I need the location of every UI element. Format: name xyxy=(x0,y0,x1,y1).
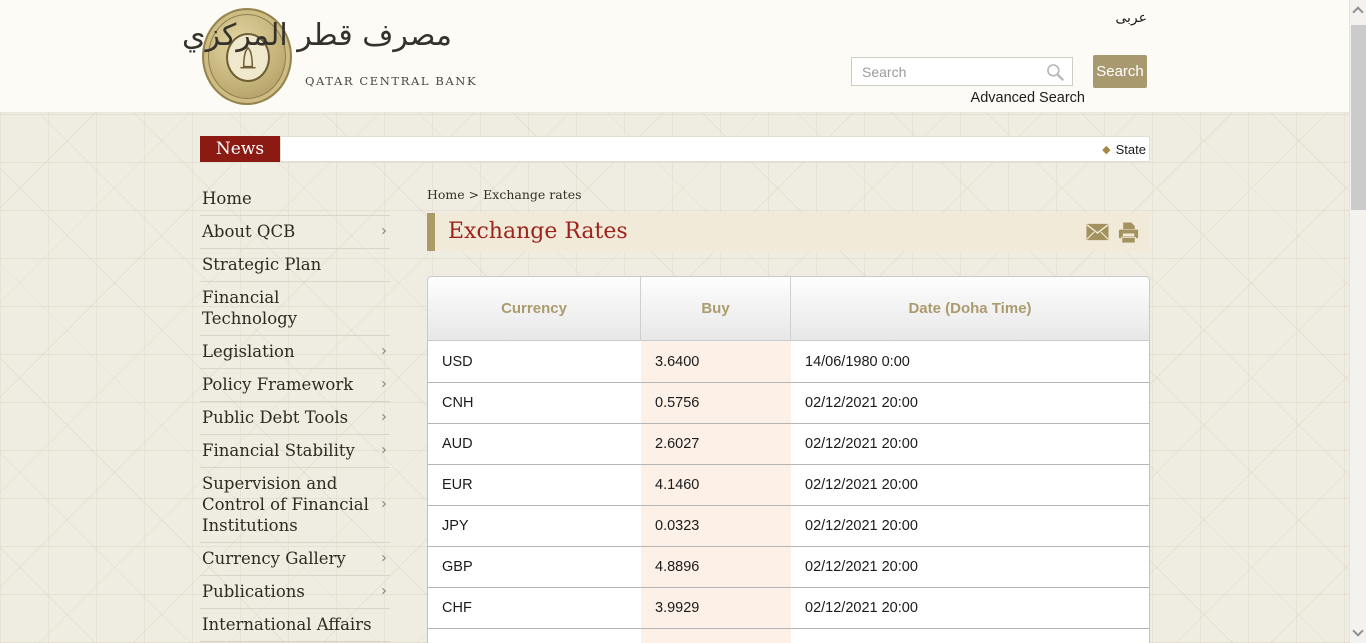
title-accent-bar xyxy=(427,213,435,251)
chevron-right-icon: › xyxy=(381,493,387,514)
sidebar-item-international-affairs[interactable]: International Affairs xyxy=(200,609,390,642)
sidebar-nav: Home About QCB › Strategic Plan Financia… xyxy=(200,183,390,643)
sidebar-item-currency-gallery[interactable]: Currency Gallery › xyxy=(200,543,390,576)
news-ticker-item[interactable]: State xyxy=(1116,142,1146,157)
search-button[interactable]: Search xyxy=(1093,55,1147,88)
chevron-right-icon: › xyxy=(381,406,387,427)
bank-name-english: QATAR CENTRAL BANK xyxy=(305,74,477,88)
print-icon[interactable] xyxy=(1117,221,1140,244)
news-ticker: ◆ State xyxy=(280,136,1150,162)
sidebar-item-label: Legislation xyxy=(202,342,295,361)
sidebar-item-label: Currency Gallery xyxy=(202,549,346,568)
currency-cell: EUR xyxy=(428,465,641,505)
buy-cell xyxy=(641,629,791,643)
date-cell: 02/12/2021 20:00 xyxy=(791,506,1149,546)
sidebar-item-label: Policy Framework xyxy=(202,375,353,394)
buy-cell: 4.1460 xyxy=(641,465,791,505)
currency-cell: JPY xyxy=(428,506,641,546)
date-cell: 02/12/2021 20:00 xyxy=(791,383,1149,423)
search-input[interactable] xyxy=(851,57,1073,86)
sidebar-item-label: Publications xyxy=(202,582,305,601)
breadcrumb-current: Exchange rates xyxy=(483,187,581,202)
column-header-currency: Currency xyxy=(428,277,641,340)
date-cell: 02/12/2021 20:00 xyxy=(791,424,1149,464)
chevron-right-icon: › xyxy=(381,340,387,361)
main-content: Home > Exchange rates Exchange Rates xyxy=(427,183,1150,202)
buy-cell: 0.5756 xyxy=(641,383,791,423)
chevron-right-icon: › xyxy=(381,547,387,568)
sidebar-item-label: Public Debt Tools xyxy=(202,408,348,427)
table-row: CNH 0.5756 02/12/2021 20:00 xyxy=(428,382,1149,423)
page-action-icons xyxy=(1086,213,1140,251)
sidebar-item-label: Financial Stability xyxy=(202,441,355,460)
table-row: USD 3.6400 14/06/1980 0:00 xyxy=(428,341,1149,382)
breadcrumb-home-link[interactable]: Home xyxy=(427,187,465,202)
news-section-label: News xyxy=(200,136,280,162)
sidebar-item-strategic-plan[interactable]: Strategic Plan xyxy=(200,249,390,282)
sidebar-item-policy-framework[interactable]: Policy Framework › xyxy=(200,369,390,402)
sidebar-item-financial-stability[interactable]: Financial Stability › xyxy=(200,435,390,468)
sidebar-item-label: Supervision and Control of Financial Ins… xyxy=(202,474,369,535)
table-row: JPY 0.0323 02/12/2021 20:00 xyxy=(428,505,1149,546)
browser-scrollbar[interactable] xyxy=(1349,0,1366,643)
buy-cell: 2.6027 xyxy=(641,424,791,464)
date-cell: 02/12/2021 20:00 xyxy=(791,588,1149,628)
chevron-right-icon: › xyxy=(381,220,387,241)
chevron-right-icon: › xyxy=(381,439,387,460)
sidebar-item-publications[interactable]: Publications › xyxy=(200,576,390,609)
column-header-buy: Buy xyxy=(641,277,791,340)
sidebar-item-label: International Affairs xyxy=(202,615,372,634)
diamond-bullet-icon: ◆ xyxy=(1102,143,1110,156)
date-cell: 14/06/1980 0:00 xyxy=(791,341,1149,382)
table-row-partial xyxy=(428,628,1149,643)
table-header-row: Currency Buy Date (Doha Time) xyxy=(427,276,1150,341)
sidebar-item-financial-technology[interactable]: Financial Technology xyxy=(200,282,390,336)
chevron-right-icon: › xyxy=(381,373,387,394)
email-icon[interactable] xyxy=(1086,221,1109,244)
qcb-logo[interactable]: مصرف قطر المركزي QATAR CENTRAL BANK xyxy=(202,8,442,108)
sidebar-item-label: Strategic Plan xyxy=(202,255,321,274)
sidebar-item-label: About QCB xyxy=(202,222,295,241)
table-row: AUD 2.6027 02/12/2021 20:00 xyxy=(428,423,1149,464)
sidebar-item-label: Home xyxy=(202,189,252,208)
sidebar-item-home[interactable]: Home xyxy=(200,183,390,216)
scrollbar-thumb[interactable] xyxy=(1351,25,1366,210)
currency-cell: CNH xyxy=(428,383,641,423)
buy-cell: 3.6400 xyxy=(641,341,791,382)
page-title-banner: Exchange Rates xyxy=(427,213,1150,251)
sidebar-item-label: Financial Technology xyxy=(202,288,297,328)
date-cell: 02/12/2021 20:00 xyxy=(791,547,1149,587)
sidebar-item-public-debt-tools[interactable]: Public Debt Tools › xyxy=(200,402,390,435)
buy-cell: 4.8896 xyxy=(641,547,791,587)
table-row: CHF 3.9929 02/12/2021 20:00 xyxy=(428,587,1149,628)
sidebar-item-supervision-control[interactable]: Supervision and Control of Financial Ins… xyxy=(200,468,390,543)
currency-cell: GBP xyxy=(428,547,641,587)
breadcrumb: Home > Exchange rates xyxy=(427,183,1150,202)
chevron-right-icon: › xyxy=(381,580,387,601)
currency-cell: USD xyxy=(428,341,641,382)
scrollbar-down-arrow-icon[interactable] xyxy=(1352,625,1363,636)
site-header: مصرف قطر المركزي QATAR CENTRAL BANK عربى… xyxy=(0,0,1349,113)
buy-cell: 0.0323 xyxy=(641,506,791,546)
advanced-search-link[interactable]: Advanced Search xyxy=(971,90,1085,106)
column-header-date: Date (Doha Time) xyxy=(791,277,1149,340)
currency-cell: AUD xyxy=(428,424,641,464)
table-body: USD 3.6400 14/06/1980 0:00 CNH 0.5756 02… xyxy=(427,341,1150,643)
date-cell: 02/12/2021 20:00 xyxy=(791,465,1149,505)
table-row: EUR 4.1460 02/12/2021 20:00 xyxy=(428,464,1149,505)
sidebar-item-about-qcb[interactable]: About QCB › xyxy=(200,216,390,249)
exchange-rates-table: Currency Buy Date (Doha Time) USD 3.6400… xyxy=(427,276,1150,643)
currency-cell: CHF xyxy=(428,588,641,628)
breadcrumb-separator: > xyxy=(469,187,479,202)
date-cell xyxy=(791,629,1149,643)
currency-cell xyxy=(428,629,641,643)
scrollbar-up-arrow-icon[interactable] xyxy=(1352,6,1363,17)
sidebar-item-legislation[interactable]: Legislation › xyxy=(200,336,390,369)
page-title: Exchange Rates xyxy=(448,213,628,251)
table-row: GBP 4.8896 02/12/2021 20:00 xyxy=(428,546,1149,587)
arabic-language-link[interactable]: عربى xyxy=(1115,10,1147,26)
buy-cell: 3.9929 xyxy=(641,588,791,628)
bank-name-arabic-calligraphy: مصرف قطر المركزي xyxy=(302,18,452,53)
